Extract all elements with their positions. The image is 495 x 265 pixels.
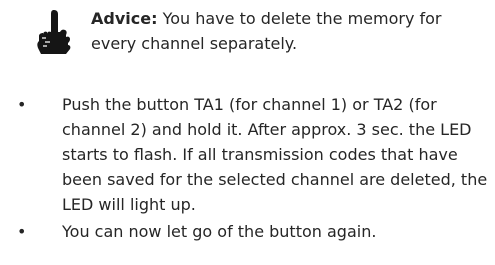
bullet-icon: • xyxy=(17,222,27,241)
advice-note: Advice: You have to delete the memory fo… xyxy=(91,6,491,56)
list-item: • Push the button TA1 (for channel 1) or… xyxy=(0,92,495,217)
list-item: • You can now let go of the button again… xyxy=(0,219,495,244)
instruction-list: • Push the button TA1 (for channel 1) or… xyxy=(0,92,495,246)
bullet-icon: • xyxy=(17,95,27,114)
advice-label: Advice: xyxy=(91,9,158,28)
hand-pointing-icon xyxy=(33,8,75,56)
step-text: Push the button TA1 (for channel 1) or T… xyxy=(62,95,488,214)
step-text: You can now let go of the button again. xyxy=(62,222,377,241)
